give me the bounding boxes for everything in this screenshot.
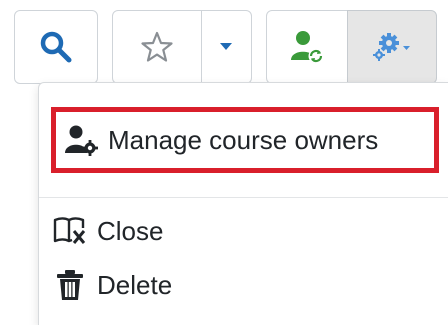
search-button[interactable]: [14, 10, 98, 84]
course-settings-menu: Manage course owners Close Delete: [38, 82, 448, 325]
menu-item-close[interactable]: Close: [39, 207, 448, 255]
search-icon: [40, 31, 72, 63]
favorite-button-group: [112, 10, 252, 84]
star-icon: [141, 31, 173, 62]
gears-icon: [373, 33, 410, 61]
user-gear-icon: [64, 123, 98, 157]
menu-item-manage-course-owners[interactable]: Manage course owners: [51, 107, 439, 173]
menu-item-label: Close: [97, 215, 164, 246]
menu-item-label: Delete: [97, 269, 173, 300]
course-owner-button[interactable]: [266, 10, 348, 84]
favorite-button[interactable]: [113, 11, 202, 83]
menu-item-delete[interactable]: Delete: [39, 261, 448, 309]
menu-item-label: Manage course owners: [108, 124, 379, 155]
user-sync-icon: [291, 31, 324, 64]
favorite-dropdown-toggle[interactable]: [202, 11, 251, 83]
book-close-icon: [53, 214, 87, 248]
trash-icon: [53, 268, 87, 302]
course-toolbar-stage: Manage course owners Close Delete: [0, 0, 448, 325]
course-settings-dropdown-button[interactable]: [347, 10, 437, 84]
caret-down-icon: [220, 43, 233, 50]
menu-divider: [39, 197, 448, 198]
